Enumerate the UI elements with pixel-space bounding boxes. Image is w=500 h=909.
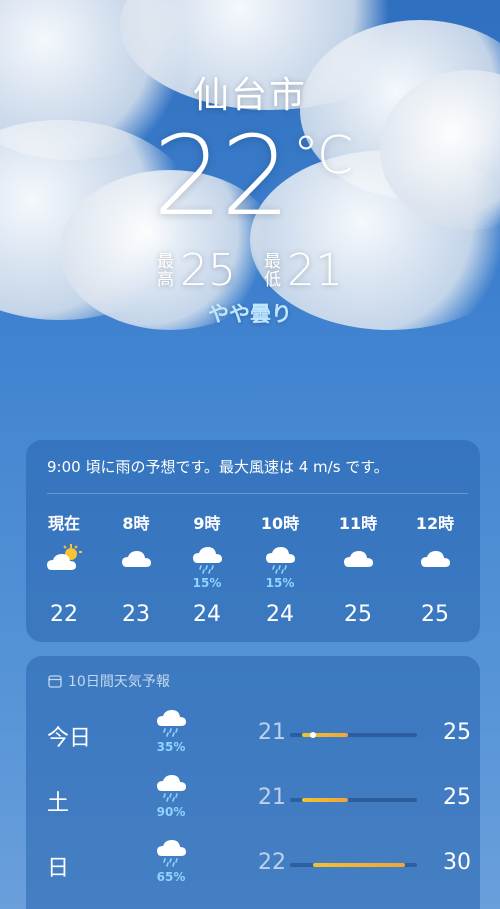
day-low: 21 (258, 785, 286, 810)
low-temp: 21 (287, 245, 343, 296)
rain-cloud-icon (151, 769, 191, 807)
day-row[interactable]: 土 90% 21 25 (26, 769, 480, 829)
day-weather: 35% (151, 704, 191, 754)
current-temperature: 22°C (0, 112, 500, 240)
calendar-icon (48, 675, 62, 688)
hour-temp: 25 (344, 602, 372, 627)
hour-item: 8時 23 (106, 510, 166, 627)
temp-range-bar (290, 798, 417, 802)
cloud-icon (328, 540, 388, 576)
temp-range-bar (290, 732, 417, 738)
rain-cloud-icon (151, 834, 191, 872)
hour-item: 9時 15% 24 (177, 510, 237, 627)
day-high: 30 (443, 850, 471, 875)
hour-time: 11時 (338, 514, 378, 533)
temp-range-fill (301, 798, 348, 802)
hour-item: 現在 22 (34, 510, 94, 627)
cloud-icon (405, 540, 465, 576)
hour-item: 11時 25 (328, 510, 388, 627)
daily-forecast-card[interactable]: 10日間天気予報 今日 35% 21 25 土 90% 21 25 日 65% 22 30 (26, 656, 480, 909)
day-low: 22 (258, 850, 286, 875)
hour-precip (328, 576, 388, 590)
high-low: 最高 25 最低 21 (0, 245, 500, 296)
high-label-2: 高 (157, 269, 174, 290)
high-temp: 25 (180, 245, 236, 296)
day-precip: 65% (156, 870, 186, 884)
hour-time: 10時 (260, 514, 300, 533)
low-label-1: 最 (264, 251, 281, 272)
rain-cloud-icon (177, 540, 237, 576)
current-temperature-value: 22 (152, 112, 291, 240)
hour-time: 現在 (47, 514, 80, 533)
day-name: 土 (47, 791, 70, 816)
day-low: 21 (258, 720, 286, 745)
hour-temp: 24 (193, 602, 221, 627)
hour-time: 9時 (193, 514, 221, 533)
city-name: 仙台市 (192, 75, 307, 116)
day-precip: 90% (156, 805, 186, 819)
hour-precip: 15% (192, 576, 222, 590)
hour-precip (106, 576, 166, 590)
day-precip: 35% (156, 740, 186, 754)
divider (47, 493, 468, 494)
hour-precip (405, 576, 465, 590)
hour-temp: 25 (421, 602, 449, 627)
high-label-1: 最 (157, 251, 174, 272)
hour-item: 12時 25 (405, 510, 465, 627)
hour-precip (34, 576, 94, 590)
day-weather: 65% (151, 834, 191, 884)
day-high: 25 (443, 785, 471, 810)
rain-cloud-icon (250, 540, 310, 576)
cloud-icon (106, 540, 166, 576)
hour-time: 8時 (122, 514, 150, 533)
day-name: 今日 (47, 726, 92, 751)
partly-sunny-icon (34, 540, 94, 576)
day-row[interactable]: 日 65% 22 30 (26, 834, 480, 894)
day-weather: 90% (151, 769, 191, 819)
hour-item: 10時 15% 24 (250, 510, 310, 627)
hourly-forecast-card[interactable]: 9:00 頃に雨の予想です。最大風速は 4 m/s です。 現在 22 8時 23 9時… (26, 440, 480, 642)
daily-forecast-title: 10日間天気予報 (48, 671, 170, 691)
weather-condition: やや曇り (208, 302, 292, 326)
day-row[interactable]: 今日 35% 21 25 (26, 704, 480, 764)
hour-temp: 23 (122, 602, 150, 627)
low-label-2: 低 (264, 269, 281, 290)
temp-range-bar (290, 863, 417, 867)
temp-range-fill (301, 733, 348, 737)
hour-time: 12時 (415, 514, 455, 533)
day-high: 25 (443, 720, 471, 745)
rain-cloud-icon (151, 704, 191, 742)
day-name: 日 (47, 856, 70, 881)
hour-temp: 24 (266, 602, 294, 627)
hour-precip: 15% (265, 576, 295, 590)
hourly-summary: 9:00 頃に雨の予想です。最大風速は 4 m/s です。 (47, 458, 389, 476)
daily-forecast-title-text: 10日間天気予報 (68, 674, 170, 690)
temp-range-fill (313, 863, 406, 867)
current-temp-dot (310, 732, 317, 738)
hour-temp: 22 (50, 602, 78, 627)
temperature-unit: °C (292, 126, 353, 186)
